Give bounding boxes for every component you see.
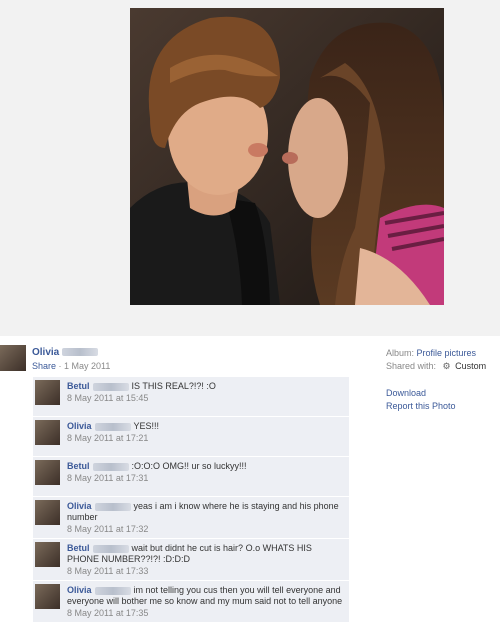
privacy-setting[interactable]: Custom — [455, 361, 486, 371]
comment-text: YES!!! — [133, 421, 160, 431]
album-line: Album: Profile pictures — [386, 347, 500, 360]
report-photo-link[interactable]: Report this Photo — [386, 401, 456, 411]
redacted-surname — [92, 462, 129, 471]
share-link[interactable]: Share — [32, 361, 56, 371]
commenter-name[interactable]: Betul — [67, 543, 90, 553]
commenter-avatar[interactable] — [35, 460, 60, 485]
comment-body: Betul wait but didnt he cut is hair? O.o … — [67, 543, 343, 565]
commenter-avatar[interactable] — [35, 584, 60, 609]
poster-avatar[interactable] — [0, 345, 26, 371]
comment-timestamp[interactable]: 8 May 2011 at 17:33 — [67, 566, 343, 576]
post-date: 1 May 2011 — [64, 361, 111, 371]
redacted-surname — [94, 502, 131, 511]
album-link[interactable]: Profile pictures — [417, 348, 477, 358]
comment-text: :O:O:O OMG!! ur so luckyy!!! — [131, 461, 247, 471]
poster-name-line: Olivia — [32, 347, 101, 358]
commenter-name[interactable]: Olivia — [67, 421, 92, 431]
share-line: Share · 1 May 2011 — [32, 361, 110, 371]
comment-timestamp[interactable]: 8 May 2011 at 17:21 — [67, 433, 343, 443]
gear-icon[interactable]: ⚙ — [443, 360, 451, 373]
comment-item: Olivia YES!!! 8 May 2011 at 17:21 — [33, 417, 349, 457]
comment-body: Betul IS THIS REAL?!?! :O — [67, 381, 343, 392]
privacy-line: Shared with: ⚙ Custom — [386, 360, 500, 373]
redacted-surname — [94, 422, 131, 431]
comment-body: Betul :O:O:O OMG!! ur so luckyy!!! — [67, 461, 343, 472]
redacted-surname — [62, 348, 99, 357]
comment-timestamp[interactable]: 8 May 2011 at 17:31 — [67, 473, 343, 483]
commenter-avatar[interactable] — [35, 542, 60, 567]
photo-stage — [0, 0, 500, 336]
comment-timestamp[interactable]: 8 May 2011 at 17:35 — [67, 608, 343, 618]
comment-item: Olivia yeas i am i know where he is stayi… — [33, 497, 349, 539]
comment-body: Olivia im not telling you cus then you wi… — [67, 585, 343, 607]
commenter-avatar[interactable] — [35, 420, 60, 445]
redacted-surname — [92, 544, 129, 553]
shared-with-label: Shared with: — [386, 361, 437, 371]
commenter-name[interactable]: Olivia — [67, 501, 92, 511]
poster-name[interactable]: Olivia — [32, 347, 59, 358]
profile-photo[interactable] — [130, 8, 444, 305]
redacted-surname — [94, 586, 131, 595]
comment-body: Olivia YES!!! — [67, 421, 343, 432]
commenter-avatar[interactable] — [35, 380, 60, 405]
commenter-name[interactable]: Olivia — [67, 585, 92, 595]
commenter-name[interactable]: Betul — [67, 461, 90, 471]
photo-post: Olivia Share · 1 May 2011 Betul IS THIS R… — [0, 340, 500, 623]
redacted-surname — [92, 382, 129, 391]
comment-item: Betul IS THIS REAL?!?! :O 8 May 2011 at 1… — [33, 377, 349, 417]
commenter-name[interactable]: Betul — [67, 381, 90, 391]
comment-timestamp[interactable]: 8 May 2011 at 15:45 — [67, 393, 343, 403]
photo-sidebar: Album: Profile pictures Shared with: ⚙ C… — [386, 347, 500, 413]
share-separator: · — [56, 361, 65, 371]
comment-body: Olivia yeas i am i know where he is stayi… — [67, 501, 343, 523]
comment-item: Betul wait but didnt he cut is hair? O.o … — [33, 539, 349, 581]
commenter-avatar[interactable] — [35, 500, 60, 525]
download-link[interactable]: Download — [386, 388, 426, 398]
comment-item: Olivia im not telling you cus then you wi… — [33, 581, 349, 623]
comment-text: IS THIS REAL?!?! :O — [131, 381, 216, 391]
album-label: Album: — [386, 348, 415, 358]
comment-list: Betul IS THIS REAL?!?! :O 8 May 2011 at 1… — [33, 377, 349, 623]
comment-timestamp[interactable]: 8 May 2011 at 17:32 — [67, 524, 343, 534]
comment-item: Betul :O:O:O OMG!! ur so luckyy!!! 8 May … — [33, 457, 349, 497]
photo-illustration — [130, 8, 444, 305]
